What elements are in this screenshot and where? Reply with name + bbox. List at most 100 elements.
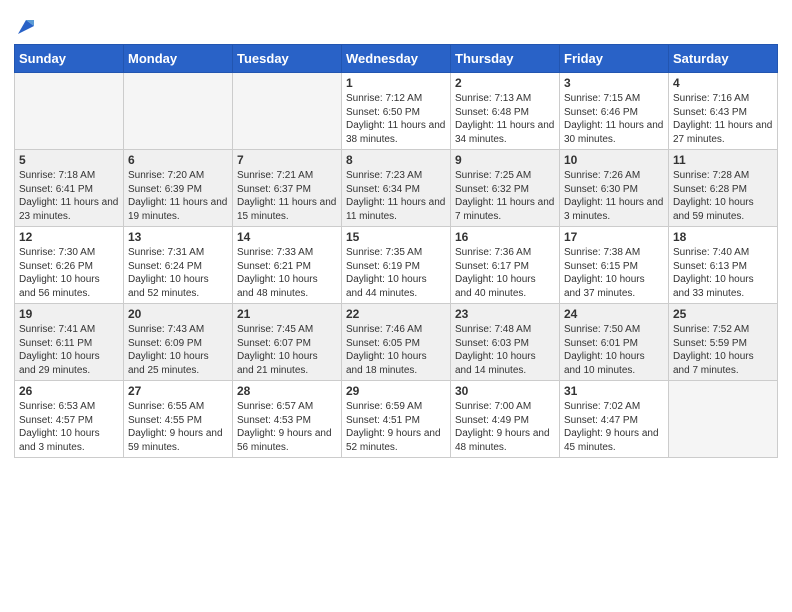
calendar-cell: 6 Sunrise: 7:20 AM Sunset: 6:39 PM Daylig… xyxy=(124,150,233,227)
calendar-cell: 9 Sunrise: 7:25 AM Sunset: 6:32 PM Daylig… xyxy=(451,150,560,227)
day-number: 25 xyxy=(673,307,773,321)
calendar-cell xyxy=(669,381,778,458)
day-info: Sunrise: 7:21 AM Sunset: 6:37 PM Dayligh… xyxy=(237,169,337,223)
day-number: 17 xyxy=(564,230,664,244)
day-number: 28 xyxy=(237,384,337,398)
calendar-cell: 12 Sunrise: 7:30 AM Sunset: 6:26 PM Dayli… xyxy=(15,227,124,304)
day-number: 3 xyxy=(564,76,664,90)
calendar-week-row: 12 Sunrise: 7:30 AM Sunset: 6:26 PM Dayli… xyxy=(15,227,778,304)
day-number: 22 xyxy=(346,307,446,321)
page-container: SundayMondayTuesdayWednesdayThursdayFrid… xyxy=(0,0,792,468)
day-info: Sunrise: 7:25 AM Sunset: 6:32 PM Dayligh… xyxy=(455,169,555,223)
day-info: Sunrise: 7:13 AM Sunset: 6:48 PM Dayligh… xyxy=(455,92,555,146)
calendar-cell: 30Sunrise: 7:00 AM Sunset: 4:49 PM Dayli… xyxy=(451,381,560,458)
calendar-cell: 4 Sunrise: 7:16 AM Sunset: 6:43 PM Daylig… xyxy=(669,73,778,150)
calendar-cell: 5Sunrise: 7:18 AM Sunset: 6:41 PM Daylig… xyxy=(15,150,124,227)
calendar-cell: 14Sunrise: 7:33 AM Sunset: 6:21 PM Dayli… xyxy=(233,227,342,304)
calendar-cell: 26Sunrise: 6:53 AM Sunset: 4:57 PM Dayli… xyxy=(15,381,124,458)
calendar-cell: 21 Sunrise: 7:45 AM Sunset: 6:07 PM Dayli… xyxy=(233,304,342,381)
calendar-cell: 15 Sunrise: 7:35 AM Sunset: 6:19 PM Dayli… xyxy=(342,227,451,304)
weekday-header-thursday: Thursday xyxy=(451,45,560,73)
day-info: Sunrise: 7:40 AM Sunset: 6:13 PM Dayligh… xyxy=(673,246,773,300)
calendar-week-row: 26Sunrise: 6:53 AM Sunset: 4:57 PM Dayli… xyxy=(15,381,778,458)
day-number: 31 xyxy=(564,384,664,398)
day-info: Sunrise: 7:28 AM Sunset: 6:28 PM Dayligh… xyxy=(673,169,773,223)
day-number: 16 xyxy=(455,230,555,244)
day-number: 27 xyxy=(128,384,228,398)
weekday-header-monday: Monday xyxy=(124,45,233,73)
day-info: Sunrise: 6:57 AM Sunset: 4:53 PM Dayligh… xyxy=(237,400,337,454)
day-number: 7 xyxy=(237,153,337,167)
day-info: Sunrise: 7:52 AM Sunset: 5:59 PM Dayligh… xyxy=(673,323,773,377)
day-info: Sunrise: 6:59 AM Sunset: 4:51 PM Dayligh… xyxy=(346,400,446,454)
calendar-cell: 8 Sunrise: 7:23 AM Sunset: 6:34 PM Daylig… xyxy=(342,150,451,227)
day-number: 30 xyxy=(455,384,555,398)
day-info: Sunrise: 7:50 AM Sunset: 6:01 PM Dayligh… xyxy=(564,323,664,377)
day-number: 24 xyxy=(564,307,664,321)
day-number: 6 xyxy=(128,153,228,167)
weekday-header-sunday: Sunday xyxy=(15,45,124,73)
day-info: Sunrise: 6:55 AM Sunset: 4:55 PM Dayligh… xyxy=(128,400,228,454)
day-info: Sunrise: 7:02 AM Sunset: 4:47 PM Dayligh… xyxy=(564,400,664,454)
day-info: Sunrise: 7:45 AM Sunset: 6:07 PM Dayligh… xyxy=(237,323,337,377)
day-number: 2 xyxy=(455,76,555,90)
day-number: 21 xyxy=(237,307,337,321)
day-number: 15 xyxy=(346,230,446,244)
calendar-cell: 2 Sunrise: 7:13 AM Sunset: 6:48 PM Daylig… xyxy=(451,73,560,150)
calendar-cell xyxy=(15,73,124,150)
calendar-cell: 11 Sunrise: 7:28 AM Sunset: 6:28 PM Dayli… xyxy=(669,150,778,227)
calendar-week-row: 19 Sunrise: 7:41 AM Sunset: 6:11 PM Dayli… xyxy=(15,304,778,381)
calendar-cell: 20Sunrise: 7:43 AM Sunset: 6:09 PM Dayli… xyxy=(124,304,233,381)
weekday-header-wednesday: Wednesday xyxy=(342,45,451,73)
calendar-cell: 16Sunrise: 7:36 AM Sunset: 6:17 PM Dayli… xyxy=(451,227,560,304)
calendar-cell: 31 Sunrise: 7:02 AM Sunset: 4:47 PM Dayli… xyxy=(560,381,669,458)
day-info: Sunrise: 6:53 AM Sunset: 4:57 PM Dayligh… xyxy=(19,400,119,454)
day-info: Sunrise: 7:20 AM Sunset: 6:39 PM Dayligh… xyxy=(128,169,228,223)
calendar-cell: 17 Sunrise: 7:38 AM Sunset: 6:15 PM Dayli… xyxy=(560,227,669,304)
day-number: 11 xyxy=(673,153,773,167)
day-number: 18 xyxy=(673,230,773,244)
calendar-cell: 10Sunrise: 7:26 AM Sunset: 6:30 PM Dayli… xyxy=(560,150,669,227)
calendar-cell: 1 Sunrise: 7:12 AM Sunset: 6:50 PM Daylig… xyxy=(342,73,451,150)
day-info: Sunrise: 7:23 AM Sunset: 6:34 PM Dayligh… xyxy=(346,169,446,223)
calendar-cell: 25 Sunrise: 7:52 AM Sunset: 5:59 PM Dayli… xyxy=(669,304,778,381)
weekday-header-friday: Friday xyxy=(560,45,669,73)
day-info: Sunrise: 7:35 AM Sunset: 6:19 PM Dayligh… xyxy=(346,246,446,300)
calendar-cell: 29 Sunrise: 6:59 AM Sunset: 4:51 PM Dayli… xyxy=(342,381,451,458)
calendar-cell: 3 Sunrise: 7:15 AM Sunset: 6:46 PM Daylig… xyxy=(560,73,669,150)
day-info: Sunrise: 7:12 AM Sunset: 6:50 PM Dayligh… xyxy=(346,92,446,146)
day-info: Sunrise: 7:31 AM Sunset: 6:24 PM Dayligh… xyxy=(128,246,228,300)
calendar-table: SundayMondayTuesdayWednesdayThursdayFrid… xyxy=(14,44,778,458)
day-number: 29 xyxy=(346,384,446,398)
day-number: 1 xyxy=(346,76,446,90)
logo-bird-icon xyxy=(16,16,34,38)
day-number: 23 xyxy=(455,307,555,321)
weekday-header-saturday: Saturday xyxy=(669,45,778,73)
day-number: 12 xyxy=(19,230,119,244)
calendar-cell: 27 Sunrise: 6:55 AM Sunset: 4:55 PM Dayli… xyxy=(124,381,233,458)
day-info: Sunrise: 7:30 AM Sunset: 6:26 PM Dayligh… xyxy=(19,246,119,300)
day-info: Sunrise: 7:46 AM Sunset: 6:05 PM Dayligh… xyxy=(346,323,446,377)
day-info: Sunrise: 7:18 AM Sunset: 6:41 PM Dayligh… xyxy=(19,169,119,223)
day-number: 19 xyxy=(19,307,119,321)
calendar-cell xyxy=(124,73,233,150)
calendar-header-row: SundayMondayTuesdayWednesdayThursdayFrid… xyxy=(15,45,778,73)
calendar-week-row: 1 Sunrise: 7:12 AM Sunset: 6:50 PM Daylig… xyxy=(15,73,778,150)
day-info: Sunrise: 7:33 AM Sunset: 6:21 PM Dayligh… xyxy=(237,246,337,300)
calendar-cell: 19 Sunrise: 7:41 AM Sunset: 6:11 PM Dayli… xyxy=(15,304,124,381)
day-number: 9 xyxy=(455,153,555,167)
day-info: Sunrise: 7:15 AM Sunset: 6:46 PM Dayligh… xyxy=(564,92,664,146)
header xyxy=(14,10,778,40)
day-info: Sunrise: 7:16 AM Sunset: 6:43 PM Dayligh… xyxy=(673,92,773,146)
day-info: Sunrise: 7:38 AM Sunset: 6:15 PM Dayligh… xyxy=(564,246,664,300)
day-number: 8 xyxy=(346,153,446,167)
calendar-cell: 13Sunrise: 7:31 AM Sunset: 6:24 PM Dayli… xyxy=(124,227,233,304)
calendar-week-row: 5Sunrise: 7:18 AM Sunset: 6:41 PM Daylig… xyxy=(15,150,778,227)
day-number: 4 xyxy=(673,76,773,90)
calendar-cell xyxy=(233,73,342,150)
calendar-cell: 28 Sunrise: 6:57 AM Sunset: 4:53 PM Dayli… xyxy=(233,381,342,458)
calendar-cell: 7 Sunrise: 7:21 AM Sunset: 6:37 PM Daylig… xyxy=(233,150,342,227)
day-info: Sunrise: 7:48 AM Sunset: 6:03 PM Dayligh… xyxy=(455,323,555,377)
day-info: Sunrise: 7:41 AM Sunset: 6:11 PM Dayligh… xyxy=(19,323,119,377)
day-info: Sunrise: 7:43 AM Sunset: 6:09 PM Dayligh… xyxy=(128,323,228,377)
